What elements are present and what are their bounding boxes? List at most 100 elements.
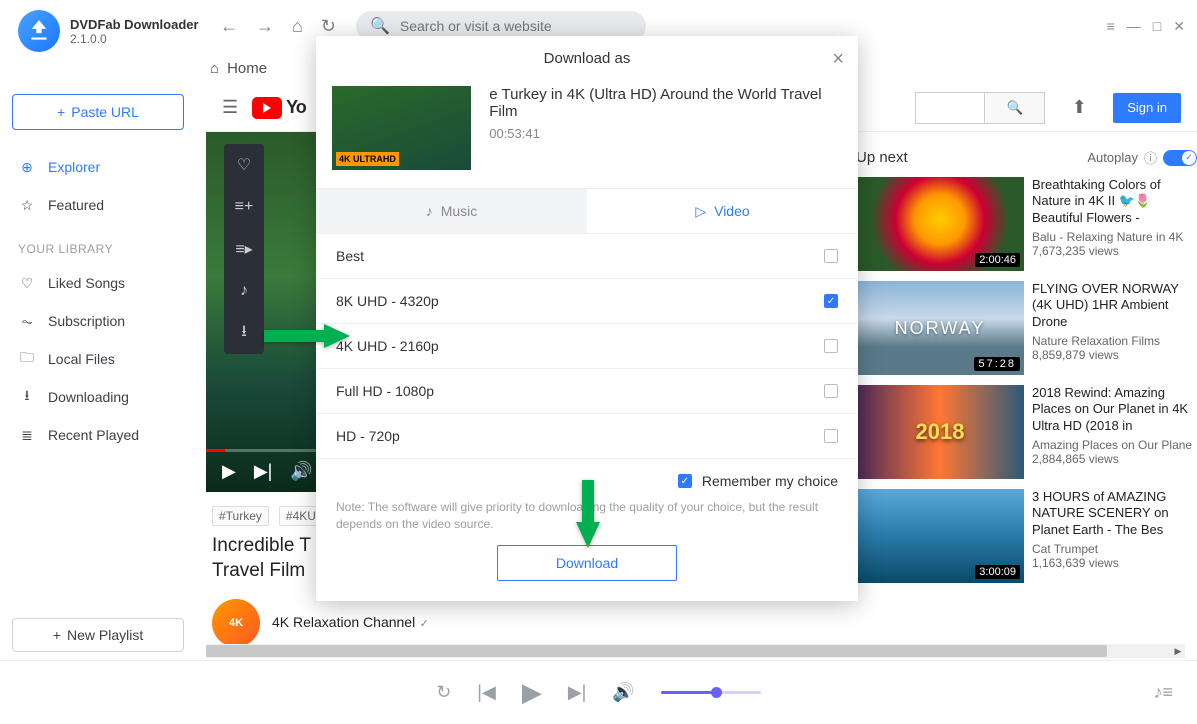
recommendation-item[interactable]: 3:00:09 3 HOURS of AMAZING NATURE SCENER… bbox=[856, 489, 1197, 583]
sidebar-item-recent[interactable]: ≣Recent Played bbox=[12, 416, 184, 454]
4k-badge: 4K ULTRAHD bbox=[336, 152, 399, 166]
breadcrumb-home[interactable]: ⌂ Home bbox=[210, 52, 267, 84]
close-window-icon[interactable]: ✕ bbox=[1173, 18, 1185, 35]
tab-video[interactable]: ▷Video bbox=[587, 189, 858, 233]
quality-checkbox[interactable] bbox=[824, 384, 838, 398]
signin-button[interactable]: Sign in bbox=[1113, 93, 1181, 123]
new-playlist-label: New Playlist bbox=[67, 627, 143, 643]
favorite-icon[interactable]: ♡ bbox=[224, 144, 264, 186]
globe-icon: ⊕ bbox=[18, 159, 36, 176]
close-icon[interactable]: × bbox=[832, 48, 844, 71]
recommendation-item[interactable]: 2018 2018 Rewind: Amazing Places on Our … bbox=[856, 385, 1197, 479]
home-icon: ⌂ bbox=[210, 60, 219, 77]
plus-icon: + bbox=[53, 627, 61, 643]
download-icon: ⭳ bbox=[18, 385, 36, 409]
rec-title: 2018 Rewind: Amazing Places on Our Plane… bbox=[1032, 385, 1197, 434]
nav-reload-icon[interactable]: ↻ bbox=[321, 16, 336, 37]
horizontal-scrollbar[interactable]: ◀ ▶ bbox=[206, 644, 1185, 658]
sidebar-item-featured[interactable]: ☆ Featured bbox=[12, 186, 184, 224]
remember-checkbox[interactable] bbox=[678, 474, 692, 488]
upload-icon[interactable]: ⬆ bbox=[1059, 97, 1099, 118]
next-track-icon[interactable]: ▶| bbox=[568, 682, 587, 703]
search-icon: 🔍 bbox=[370, 16, 390, 36]
sub-label: Subscription bbox=[48, 313, 125, 329]
nav-forward-icon[interactable]: → bbox=[256, 16, 274, 37]
youtube-search-button[interactable]: 🔍 bbox=[985, 92, 1045, 124]
video-icon: ▷ bbox=[695, 203, 706, 220]
music-icon: ♪ bbox=[426, 203, 433, 219]
play-icon[interactable]: ▶ bbox=[222, 461, 236, 482]
quality-option[interactable]: 8K UHD - 4320p bbox=[316, 279, 858, 324]
minimize-icon[interactable]: — bbox=[1127, 18, 1141, 35]
quality-option[interactable]: Best bbox=[316, 234, 858, 279]
featured-label: Featured bbox=[48, 197, 104, 213]
quality-checkbox[interactable] bbox=[824, 249, 838, 263]
sidebar-item-subscription[interactable]: ⏦Subscription bbox=[12, 302, 184, 340]
quality-label: Best bbox=[336, 248, 364, 264]
hamburger-icon[interactable]: ☰ bbox=[222, 97, 238, 118]
rec-title: Breathtaking Colors of Nature in 4K II 🐦… bbox=[1032, 177, 1197, 226]
quality-label: HD - 720p bbox=[336, 428, 400, 444]
maximize-icon[interactable]: □ bbox=[1153, 18, 1161, 35]
next-icon[interactable]: ▶| bbox=[254, 461, 273, 482]
volume-icon[interactable]: 🔊 bbox=[612, 682, 634, 703]
downloading-label: Downloading bbox=[48, 389, 129, 405]
youtube-search-input[interactable] bbox=[915, 92, 985, 124]
youtube-logo[interactable]: Yo bbox=[252, 97, 306, 119]
library-section-label: YOUR LIBRARY bbox=[18, 242, 184, 256]
new-playlist-button[interactable]: + New Playlist bbox=[12, 618, 184, 652]
recommendation-item[interactable]: 2:00:46 Breathtaking Colors of Nature in… bbox=[856, 177, 1197, 271]
rec-title: 3 HOURS of AMAZING NATURE SCENERY on Pla… bbox=[1032, 489, 1197, 538]
recommendation-item[interactable]: NORWAY57:28 FLYING OVER NORWAY (4K UHD) … bbox=[856, 281, 1197, 375]
scroll-right-icon[interactable]: ▶ bbox=[1171, 644, 1185, 658]
shuffle-icon[interactable]: ↻ bbox=[436, 682, 451, 703]
autoplay-toggle[interactable] bbox=[1163, 150, 1197, 166]
quality-checkbox[interactable] bbox=[824, 294, 838, 308]
sidebar-item-liked[interactable]: ♡Liked Songs bbox=[12, 264, 184, 302]
quality-option[interactable]: HD - 720p bbox=[316, 414, 858, 459]
quality-option[interactable]: Full HD - 1080p bbox=[316, 369, 858, 414]
queue-icon[interactable]: ♪≡ bbox=[1153, 682, 1173, 703]
rec-channel: Cat Trumpet bbox=[1032, 542, 1197, 556]
modal-video-title: e Turkey in 4K (Ultra HD) Around the Wor… bbox=[489, 86, 842, 120]
quality-option[interactable]: 4K UHD - 2160p bbox=[316, 324, 858, 369]
prev-track-icon[interactable]: |◀ bbox=[477, 682, 496, 703]
sidebar-item-explorer[interactable]: ⊕Explorer bbox=[12, 148, 184, 186]
annotation-arrow bbox=[574, 478, 602, 555]
recent-label: Recent Played bbox=[48, 427, 139, 443]
nav-home-icon[interactable]: ⌂ bbox=[292, 16, 303, 37]
tab-music-label: Music bbox=[441, 203, 478, 219]
add-playlist-icon[interactable]: ≡+ bbox=[224, 186, 264, 228]
menu-icon[interactable]: ≡ bbox=[1107, 18, 1115, 35]
sidebar-item-local[interactable]: 🗀Local Files bbox=[12, 340, 184, 378]
rec-views: 7,673,235 views bbox=[1032, 244, 1197, 258]
volume-slider[interactable] bbox=[661, 691, 761, 694]
paste-url-label: Paste URL bbox=[71, 104, 139, 120]
player-side-toolbar: ♡ ≡+ ≡▸ ♪ ⭳ bbox=[224, 144, 264, 354]
rec-duration: 57:28 bbox=[974, 357, 1020, 371]
tab-music[interactable]: ♪ Music bbox=[316, 189, 587, 233]
tag[interactable]: #Turkey bbox=[212, 506, 269, 526]
plus-icon: + bbox=[57, 104, 65, 120]
channel-avatar[interactable]: 4K bbox=[212, 599, 260, 647]
paste-url-button[interactable]: + Paste URL bbox=[12, 94, 184, 130]
rec-duration: 2:00:46 bbox=[975, 253, 1020, 267]
folder-icon: 🗀 bbox=[18, 347, 36, 371]
app-version: 2.1.0.0 bbox=[70, 32, 199, 46]
play-next-icon[interactable]: ≡▸ bbox=[224, 228, 264, 270]
rec-title: FLYING OVER NORWAY (4K UHD) 1HR Ambient … bbox=[1032, 281, 1197, 330]
quality-checkbox[interactable] bbox=[824, 339, 838, 353]
volume-icon[interactable]: 🔊 bbox=[290, 461, 312, 482]
nav-back-icon[interactable]: ← bbox=[220, 16, 238, 37]
download-icon[interactable]: ⭳ bbox=[224, 312, 264, 354]
scroll-thumb[interactable] bbox=[206, 645, 1107, 657]
search-input[interactable] bbox=[400, 18, 632, 34]
star-icon: ☆ bbox=[18, 197, 36, 214]
channel-name[interactable]: 4K Relaxation Channel bbox=[272, 614, 415, 630]
music-note-icon[interactable]: ♪ bbox=[224, 270, 264, 312]
verified-icon: ✓ bbox=[420, 618, 429, 630]
info-icon[interactable]: ⓘ bbox=[1144, 148, 1157, 167]
sidebar-item-downloading[interactable]: ⭳ Downloading bbox=[12, 378, 184, 416]
quality-checkbox[interactable] bbox=[824, 429, 838, 443]
play-pause-icon[interactable]: ▶ bbox=[522, 677, 542, 708]
